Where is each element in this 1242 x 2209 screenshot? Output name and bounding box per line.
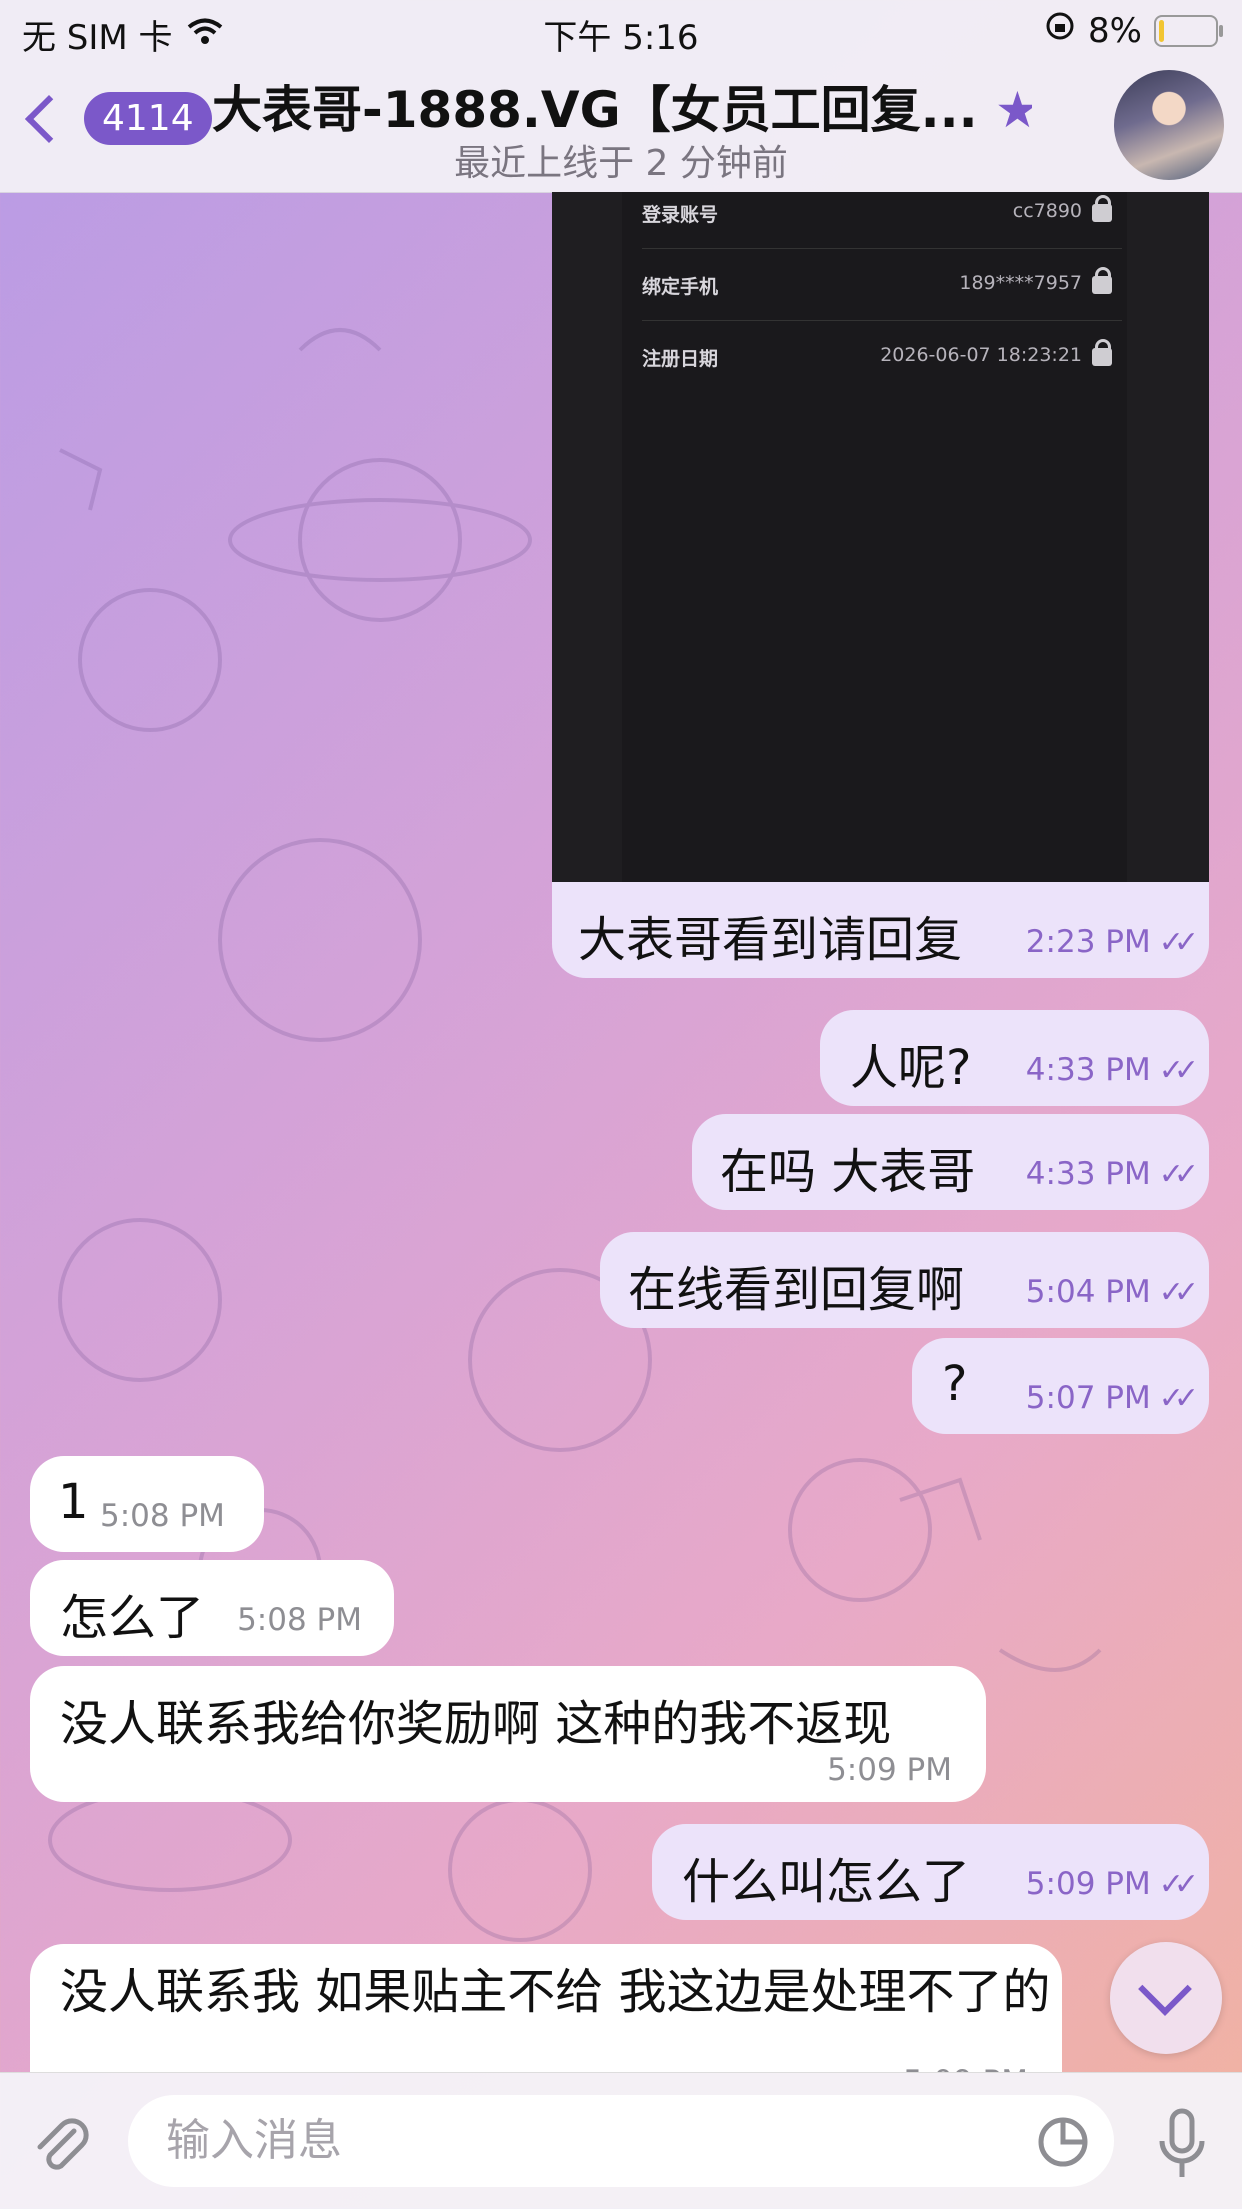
message-time: 5:09 PM: [827, 1752, 952, 1788]
lock-icon: [1092, 339, 1112, 366]
double-check-icon: ✓✓: [1158, 1053, 1199, 1088]
battery-percent: 8%: [1088, 10, 1142, 51]
message-meta: 2:23 PM ✓✓: [1025, 924, 1199, 960]
double-check-icon: ✓✓: [1158, 925, 1199, 960]
message-meta: 5:09 PM ✓✓: [1025, 1866, 1199, 1902]
message-meta: 4:33 PM ✓✓: [1025, 1052, 1199, 1088]
divider: [642, 320, 1122, 321]
message-bubble-incoming[interactable]: 没人联系我 如果贴主不给 我这边是处理不了的 5:09 PM: [30, 1944, 1062, 2072]
lock-icon: [1092, 267, 1112, 294]
message-text: 什么叫怎么了: [682, 1854, 971, 1910]
paperclip-icon[interactable]: [30, 2109, 90, 2179]
message-time: 5:09 PM: [1025, 1866, 1151, 1902]
screenshot-row-label: 注册日期: [642, 348, 719, 370]
last-seen-status: 最近上线于 2 分钟前: [454, 143, 788, 184]
star-icon: ★: [995, 81, 1032, 139]
microphone-icon[interactable]: [1158, 2107, 1206, 2183]
message-bubble-outgoing[interactable]: 大表哥看到请回复 2:23 PM ✓✓: [552, 882, 1209, 978]
message-text: 大表哥看到请回复: [578, 912, 963, 968]
scroll-to-bottom-button[interactable]: [1110, 1942, 1222, 2054]
message-bubble-outgoing[interactable]: 什么叫怎么了 5:09 PM ✓✓: [652, 1824, 1209, 1920]
message-time: 5:08 PM: [100, 1498, 225, 1534]
message-text: 在线看到回复啊: [628, 1262, 965, 1318]
message-input[interactable]: [164, 2109, 988, 2171]
message-list[interactable]: 登录账号 cc7890 绑定手机 189****7957 注册日期 2026-0…: [0, 192, 1242, 2072]
status-bar: 无 SIM 卡 下午 5:16 8%: [0, 0, 1242, 62]
double-check-icon: ✓✓: [1158, 1157, 1199, 1192]
message-time: 5:08 PM: [237, 1602, 362, 1638]
screenshot-row-value: cc7890: [1012, 200, 1082, 222]
message-input-bar: [0, 2072, 1242, 2209]
battery-icon: [1154, 14, 1223, 47]
lock-icon: [1092, 195, 1112, 222]
message-time: 2:23 PM: [1025, 924, 1151, 960]
rotation-lock-icon: [1044, 10, 1076, 51]
divider: [642, 248, 1122, 249]
screenshot-row: 注册日期 2026-06-07 18:23:21: [642, 339, 1112, 371]
status-right: 8%: [1044, 10, 1223, 51]
message-meta: 5:04 PM ✓✓: [1025, 1274, 1199, 1310]
message-time: 4:33 PM: [1025, 1052, 1151, 1088]
screenshot-row-value: 2026-06-07 18:23:21: [880, 344, 1082, 366]
message-meta: 5:07 PM ✓✓: [1025, 1380, 1199, 1416]
screenshot-row-label: 绑定手机: [642, 276, 719, 298]
screenshot-row: 登录账号 cc7890: [642, 195, 1112, 227]
message-bubble-incoming[interactable]: 1 5:08 PM: [30, 1456, 264, 1552]
sticker-icon[interactable]: [1036, 2115, 1090, 2169]
message-bubble-outgoing[interactable]: ? 5:07 PM ✓✓: [912, 1338, 1209, 1434]
message-input-field[interactable]: [128, 2095, 1114, 2187]
message-time: 5:04 PM: [1025, 1274, 1151, 1310]
message-text: 没人联系我给你奖励啊 这种的我不返现: [60, 1696, 892, 1752]
message-text: 1: [58, 1474, 89, 1530]
chat-title[interactable]: 大表哥-1888.VG【女员工回复... ★: [212, 70, 1032, 142]
message-text: ?: [942, 1356, 968, 1412]
message-bubble-outgoing[interactable]: 在线看到回复啊 5:04 PM ✓✓: [600, 1232, 1209, 1328]
message-bubble-outgoing[interactable]: 人呢? 4:33 PM ✓✓: [820, 1010, 1209, 1106]
message-time: 5:09 PM: [903, 2064, 1028, 2072]
message-bubble-outgoing[interactable]: 在吗 大表哥 4:33 PM ✓✓: [692, 1114, 1209, 1210]
chevron-down-icon: [1138, 1962, 1192, 2016]
screenshot-row-label: 登录账号: [642, 204, 719, 226]
image-message[interactable]: 登录账号 cc7890 绑定手机 189****7957 注册日期 2026-0…: [552, 192, 1209, 882]
message-time: 5:07 PM: [1025, 1380, 1151, 1416]
message-bubble-incoming[interactable]: 怎么了 5:08 PM: [30, 1560, 394, 1656]
screenshot-row-value: 189****7957: [959, 272, 1082, 294]
chat-header: 4114 大表哥-1888.VG【女员工回复... ★ 最近上线于 2 分钟前: [0, 62, 1242, 193]
chat-title-text: 大表哥-1888.VG【女员工回复...: [212, 81, 978, 139]
message-text: 怎么了: [60, 1590, 205, 1646]
message-text: 没人联系我 如果贴主不给 我这边是处理不了的: [60, 1964, 1051, 2020]
message-text: 人呢?: [850, 1040, 972, 1096]
screenshot-row: 绑定手机 189****7957: [642, 267, 1112, 299]
message-meta: 4:33 PM ✓✓: [1025, 1156, 1199, 1192]
message-bubble-incoming[interactable]: 没人联系我给你奖励啊 这种的我不返现 5:09 PM: [30, 1666, 986, 1802]
avatar[interactable]: [1114, 70, 1224, 180]
double-check-icon: ✓✓: [1158, 1867, 1199, 1902]
double-check-icon: ✓✓: [1158, 1381, 1199, 1416]
message-time: 4:33 PM: [1025, 1156, 1151, 1192]
message-text: 在吗 大表哥: [720, 1144, 976, 1200]
double-check-icon: ✓✓: [1158, 1275, 1199, 1310]
